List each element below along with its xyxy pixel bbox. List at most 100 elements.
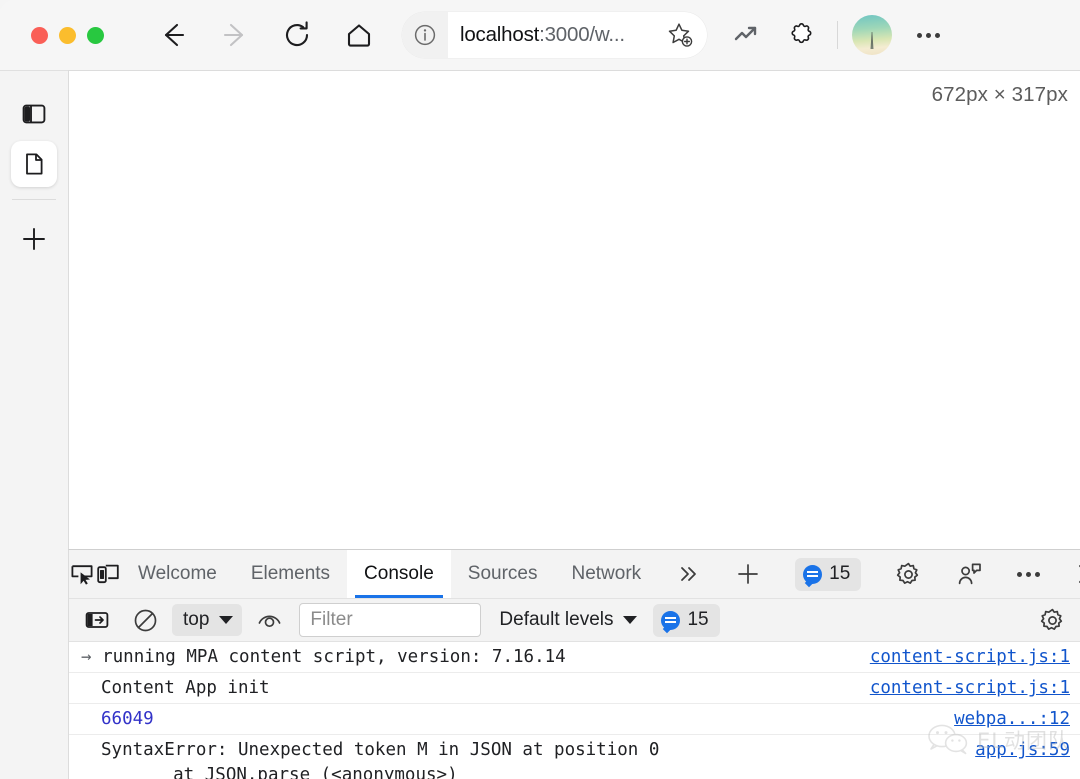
screenshot-root: localhost:3000/w... 672px × 317px Welcom… xyxy=(0,0,1080,779)
back-button[interactable] xyxy=(142,8,204,62)
address-path: :3000/w... xyxy=(539,23,625,46)
navigation-buttons xyxy=(142,8,390,62)
reload-icon xyxy=(285,21,309,47)
avatar[interactable] xyxy=(852,15,892,55)
dot xyxy=(916,32,922,38)
console-context-value: top xyxy=(183,609,210,631)
address-host: localhost xyxy=(460,23,540,46)
vertical-sidebar xyxy=(0,70,68,779)
extensions-button[interactable] xyxy=(775,10,831,60)
tab-label: Console xyxy=(364,563,434,584)
devtools-settings-button[interactable] xyxy=(878,550,939,598)
window-close-button[interactable] xyxy=(31,26,48,44)
gear-icon xyxy=(897,562,919,584)
viewport-size-label: 672px × 317px xyxy=(931,83,1068,106)
console-source-links: app.js:59 xyxy=(975,738,1070,763)
window-minimize-button[interactable] xyxy=(59,26,76,44)
gear-icon xyxy=(1040,608,1062,630)
sidebar-item-document[interactable] xyxy=(11,141,57,187)
console-sidebar-toggle-button[interactable] xyxy=(73,600,121,640)
console-row[interactable]: 66049 webpa...:12 xyxy=(69,704,1080,736)
collections-trending-icon xyxy=(734,26,757,41)
arrow-right-icon xyxy=(223,23,244,47)
tab-label: Network xyxy=(571,563,642,584)
dot xyxy=(1017,571,1023,577)
document-page-icon xyxy=(26,153,43,175)
collections-trending-button[interactable] xyxy=(719,10,775,60)
sidebar-item-panel[interactable] xyxy=(11,91,57,137)
console-message: Content App init xyxy=(79,676,854,701)
info-circle-icon xyxy=(414,24,436,46)
bookmark-button[interactable] xyxy=(657,12,703,58)
home-button[interactable] xyxy=(328,8,390,62)
devtools-close-button[interactable] xyxy=(1057,550,1080,598)
console-message-text: Content App init xyxy=(101,678,270,699)
page-viewport[interactable]: 672px × 317px xyxy=(68,70,1080,549)
devtools-tabbar: Welcome Elements Console Sources Network xyxy=(69,550,1080,599)
console-settings-button[interactable] xyxy=(1028,600,1076,640)
device-toolbar-button[interactable] xyxy=(95,550,121,598)
console-message-list[interactable]: → running MPA content script, version: 7… xyxy=(69,642,1080,779)
ellipsis-icon xyxy=(1017,549,1041,599)
more-tabs-button[interactable] xyxy=(658,550,718,598)
console-row[interactable]: → running MPA content script, version: 7… xyxy=(69,642,1080,674)
console-stack-line: at JSON.parse (<anonymous>) xyxy=(131,765,458,779)
console-source-link[interactable]: content-script.js:1 xyxy=(854,645,1070,670)
devtools-more-button[interactable] xyxy=(1000,550,1057,598)
console-issues-badge[interactable]: 15 xyxy=(653,603,720,637)
tab-welcome[interactable]: Welcome xyxy=(121,550,234,598)
device-toolbar-icon xyxy=(97,564,119,584)
live-expression-button[interactable] xyxy=(245,600,293,640)
console-filter-placeholder: Filter xyxy=(310,609,353,631)
console-source-link[interactable]: content-script.js:1 xyxy=(854,676,1070,701)
message-bubble-icon xyxy=(803,564,823,584)
plus-icon xyxy=(738,564,759,584)
browser-more-menu-button[interactable] xyxy=(900,10,956,60)
dot xyxy=(925,32,931,38)
console-issues-count: 15 xyxy=(687,609,709,631)
home-icon xyxy=(347,24,371,47)
browser-toolbar: localhost:3000/w... xyxy=(0,0,1080,70)
devtools-panel: Welcome Elements Console Sources Network xyxy=(68,549,1080,779)
chevron-down-icon xyxy=(219,616,234,625)
tab-sources[interactable]: Sources xyxy=(451,550,555,598)
address-bar[interactable]: localhost:3000/w... xyxy=(402,12,707,58)
close-x-icon xyxy=(1079,565,1080,583)
console-row[interactable]: Content App init content-script.js:1 xyxy=(69,673,1080,705)
window-traffic-lights xyxy=(31,26,104,44)
site-info-icon[interactable] xyxy=(402,12,448,58)
tab-label: Welcome xyxy=(138,563,217,584)
console-levels-selector[interactable]: Default levels xyxy=(499,609,638,631)
console-levels-label: Default levels xyxy=(499,609,614,631)
arrow-left-icon xyxy=(164,23,185,47)
console-row[interactable]: SyntaxError: Unexpected token M in JSON … xyxy=(69,735,1080,779)
tab-label: Sources xyxy=(467,563,538,584)
console-context-selector[interactable]: top xyxy=(172,604,243,637)
clear-console-button[interactable] xyxy=(121,600,169,640)
toolbar-right-actions xyxy=(719,10,956,60)
forward-button[interactable] xyxy=(204,8,266,62)
tab-console[interactable]: Console xyxy=(347,550,451,598)
plus-icon xyxy=(23,228,45,250)
add-tab-button[interactable] xyxy=(718,550,778,598)
issues-badge[interactable]: 15 xyxy=(778,550,878,598)
console-filter-input[interactable]: Filter xyxy=(299,603,482,638)
issues-badge-inner: 15 xyxy=(795,557,862,591)
address-bar-text[interactable]: localhost:3000/w... xyxy=(448,23,657,47)
devtools-feedback-button[interactable] xyxy=(939,550,1000,598)
console-source-link[interactable]: app.js:59 xyxy=(975,738,1070,763)
dot xyxy=(1035,571,1041,577)
console-source-link[interactable]: webpa...:12 xyxy=(938,707,1070,732)
clear-console-icon xyxy=(134,609,156,632)
tab-network[interactable]: Network xyxy=(554,550,658,598)
sidebar-add-button[interactable] xyxy=(11,216,57,262)
window-zoom-button[interactable] xyxy=(87,26,104,44)
console-arrow: → xyxy=(81,647,92,668)
star-add-icon xyxy=(668,23,693,47)
inspect-element-button[interactable] xyxy=(69,550,95,598)
reload-button[interactable] xyxy=(266,8,328,62)
tab-elements[interactable]: Elements xyxy=(234,550,347,598)
toolbar-divider xyxy=(837,21,838,49)
console-message-text: running MPA content script, version: 7.1… xyxy=(102,647,566,668)
browser-window: localhost:3000/w... 672px × 317px Welcom… xyxy=(0,0,1080,779)
